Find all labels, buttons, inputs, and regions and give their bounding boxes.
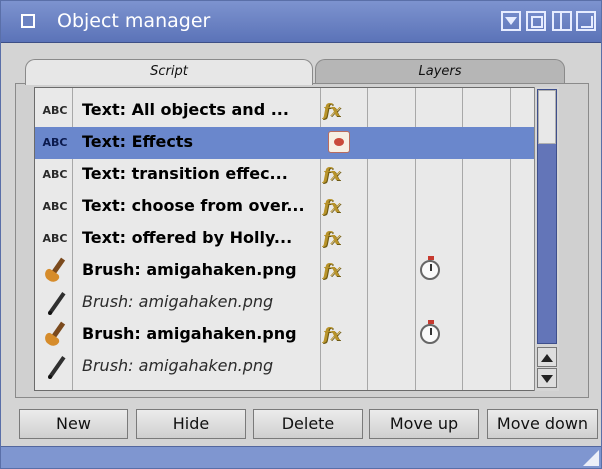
fx-icon[interactable]: fx [323,324,351,346]
move-down-button[interactable]: Move down [487,409,598,439]
object-name: Text: choose from over... [82,196,305,215]
pen-icon [41,290,71,316]
list-item[interactable]: Brush: amigahaken.png [35,287,558,319]
tab-script[interactable]: Script [25,59,313,85]
title-bar[interactable]: Object manager [1,1,601,43]
tab-layers[interactable]: Layers [315,59,565,85]
object-name: Brush: amigahaken.png [82,260,297,279]
object-manager-window: Object manager Script Layers ABC Text: A… [0,0,602,469]
status-bar [1,446,601,468]
object-name: Brush: amigahaken.png [82,324,297,343]
brush-icon [41,258,71,284]
resize-grip-icon[interactable] [583,450,599,466]
window-title: Object manager [57,10,211,32]
list-item[interactable]: ABC Text: transition effec... fx [35,159,558,191]
object-name: Text: Effects [82,132,193,151]
scroll-thumb[interactable] [538,90,556,144]
object-name: Text: All objects and ... [82,100,289,119]
list-item[interactable]: ABC Text: choose from over... fx [35,191,558,223]
list-item[interactable]: Brush: amigahaken.png fx [35,255,558,287]
list-item[interactable]: Brush: amigahaken.png [35,351,558,383]
effect-image-icon[interactable] [328,131,350,153]
object-name: Brush: amigahaken.png [82,356,274,375]
zoom-icon[interactable] [526,11,546,31]
list-item[interactable]: ABC Text: All objects and ... fx [35,95,558,127]
hide-button[interactable]: Hide [136,409,246,439]
text-type-icon: ABC [42,168,68,181]
object-name: Text: transition effec... [82,164,288,183]
fx-icon[interactable]: fx [323,228,351,250]
depth-icon[interactable] [576,11,596,31]
stopwatch-icon[interactable] [420,256,440,280]
list-item[interactable]: Brush: amigahaken.png fx [35,319,558,351]
text-type-icon: ABC [42,104,68,117]
fx-icon[interactable]: fx [323,196,351,218]
fx-icon[interactable]: fx [323,100,351,122]
list-item[interactable]: ABC Text: offered by Holly... fx [35,223,558,255]
delete-button[interactable]: Delete [253,409,363,439]
text-type-icon: ABC [42,136,68,149]
scroll-up-arrow-icon[interactable] [537,347,557,367]
scroll-down-arrow-icon[interactable] [537,368,557,388]
close-window-icon[interactable] [21,14,35,28]
text-type-icon: ABC [42,200,68,213]
fx-icon[interactable]: fx [323,164,351,186]
text-type-icon: ABC [42,232,68,245]
snapshot-icon[interactable] [552,11,572,31]
object-list[interactable]: ABC Text: All objects and ... fx ABC Tex… [34,87,559,391]
object-name: Brush: amigahaken.png [82,292,274,311]
vertical-scrollbar[interactable] [534,87,559,391]
object-name: Text: offered by Holly... [82,228,293,247]
fx-icon[interactable]: fx [323,260,351,282]
iconify-icon[interactable] [501,11,521,31]
brush-icon [41,322,71,348]
stopwatch-icon[interactable] [420,320,440,344]
list-item-selected[interactable]: ABC Text: Effects [35,127,558,159]
move-up-button[interactable]: Move up [369,409,479,439]
new-button[interactable]: New [19,409,128,439]
pen-icon [41,354,71,380]
scroll-track[interactable] [537,89,557,344]
